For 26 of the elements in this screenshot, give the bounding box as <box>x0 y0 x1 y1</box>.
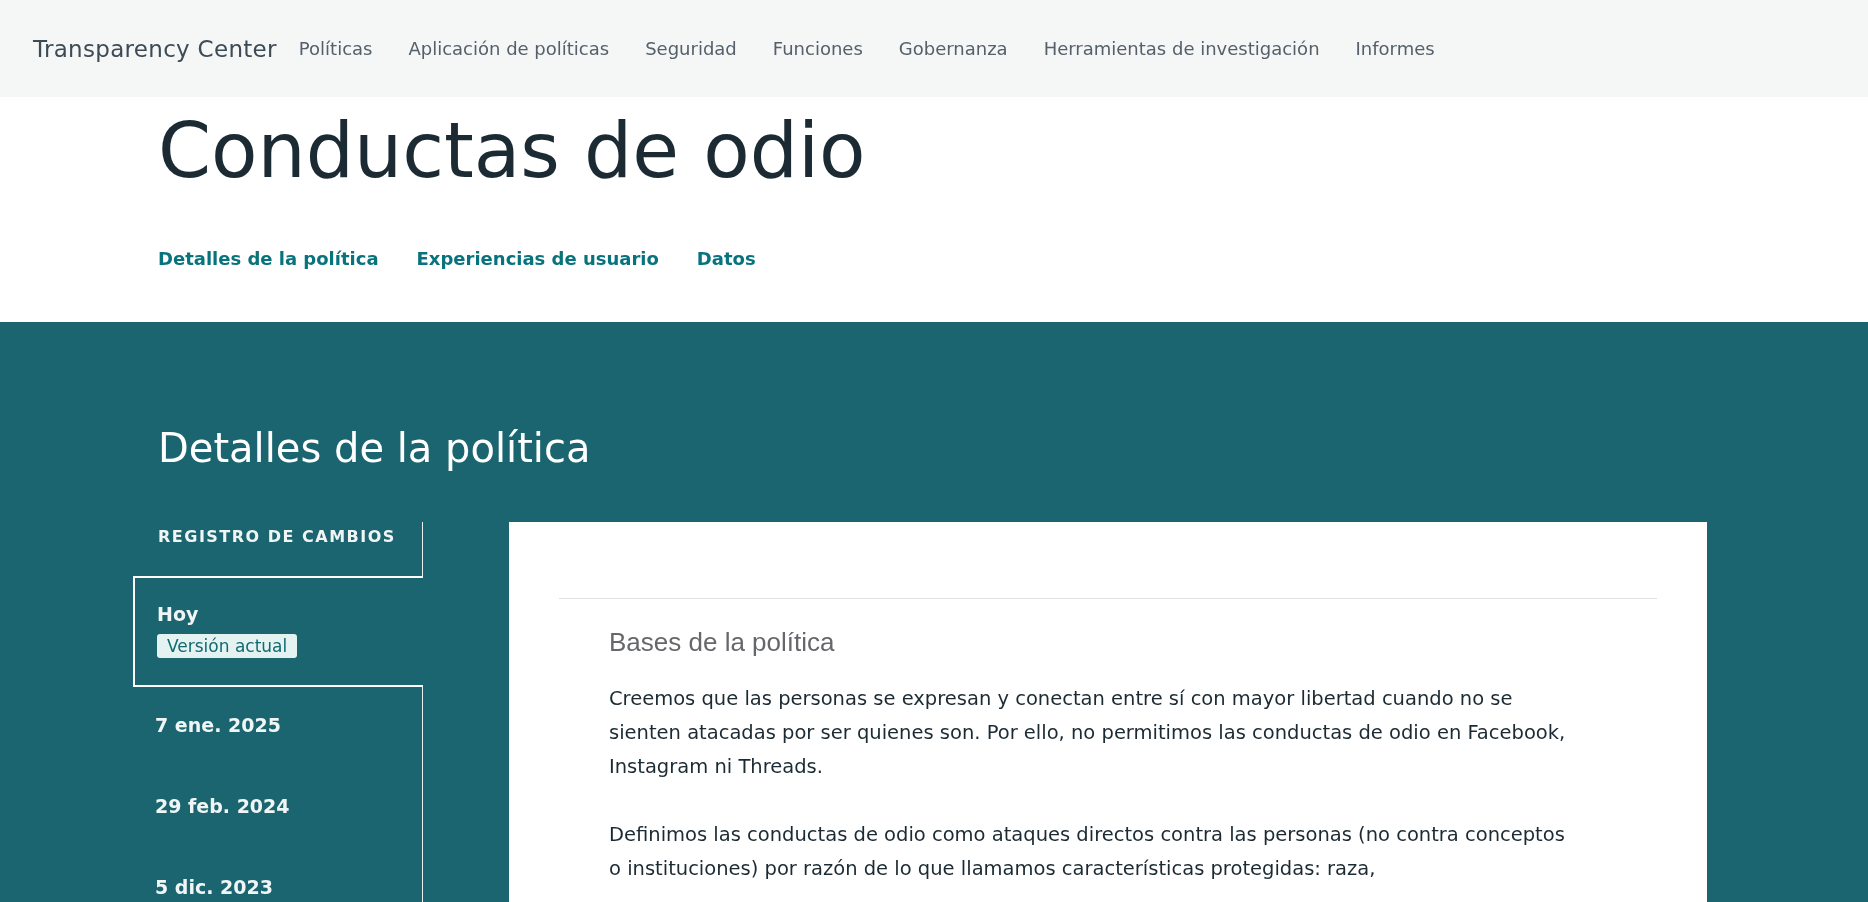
section-link[interactable]: Experiencias de usuario <box>416 248 659 270</box>
current-version-badge: Versión actual <box>157 634 298 658</box>
nav-link[interactable]: Seguridad <box>645 38 737 59</box>
nav-link[interactable]: Herramientas de investigación <box>1043 38 1320 59</box>
nav-link[interactable]: Aplicación de políticas <box>408 38 610 59</box>
changelog-item[interactable]: Hoy Versión actual <box>133 576 423 687</box>
nav-link[interactable]: Informes <box>1355 38 1435 59</box>
changelog-date: 29 feb. 2024 <box>155 794 290 818</box>
nav-link[interactable]: Gobernanza <box>898 38 1008 59</box>
changelog-heading: REGISTRO DE CAMBIOS <box>133 522 423 576</box>
section-link[interactable]: Detalles de la política <box>158 248 379 270</box>
changelog-date: 5 dic. 2023 <box>155 875 273 899</box>
changelog-item[interactable]: 7 ene. 2025 <box>133 687 423 768</box>
nav-link[interactable]: Políticas <box>298 38 373 59</box>
changelog-item[interactable]: 29 feb. 2024 <box>133 768 423 849</box>
changelog-date: 7 ene. 2025 <box>155 713 281 737</box>
paragraph: Creemos que las personas se expresan y conectan entre sí con mayor libertad cuando no se sienten atacadas por ser quienes son. Por ello, no permitimos las conductas de odio en Facebook, Instagram ni Threads. <box>609 686 1567 780</box>
paragraph: Definimos las conductas de odio como ataques directos contra las personas (no contra conceptos o instituciones) por razón de lo que llamamos características protegidas: raza, <box>609 822 1566 882</box>
nav-link[interactable]: Funciones <box>772 38 863 59</box>
changelog-item[interactable]: 5 dic. 2023 <box>133 849 423 902</box>
section-link[interactable]: Datos <box>696 248 756 270</box>
changelog-date: Hoy <box>157 602 199 626</box>
page-title: Conductas de odio <box>158 105 867 197</box>
brand-link[interactable]: Transparency Center <box>33 35 277 62</box>
content-heading: Bases de la política <box>609 627 836 658</box>
section-title: Detalles de la política <box>158 424 592 472</box>
